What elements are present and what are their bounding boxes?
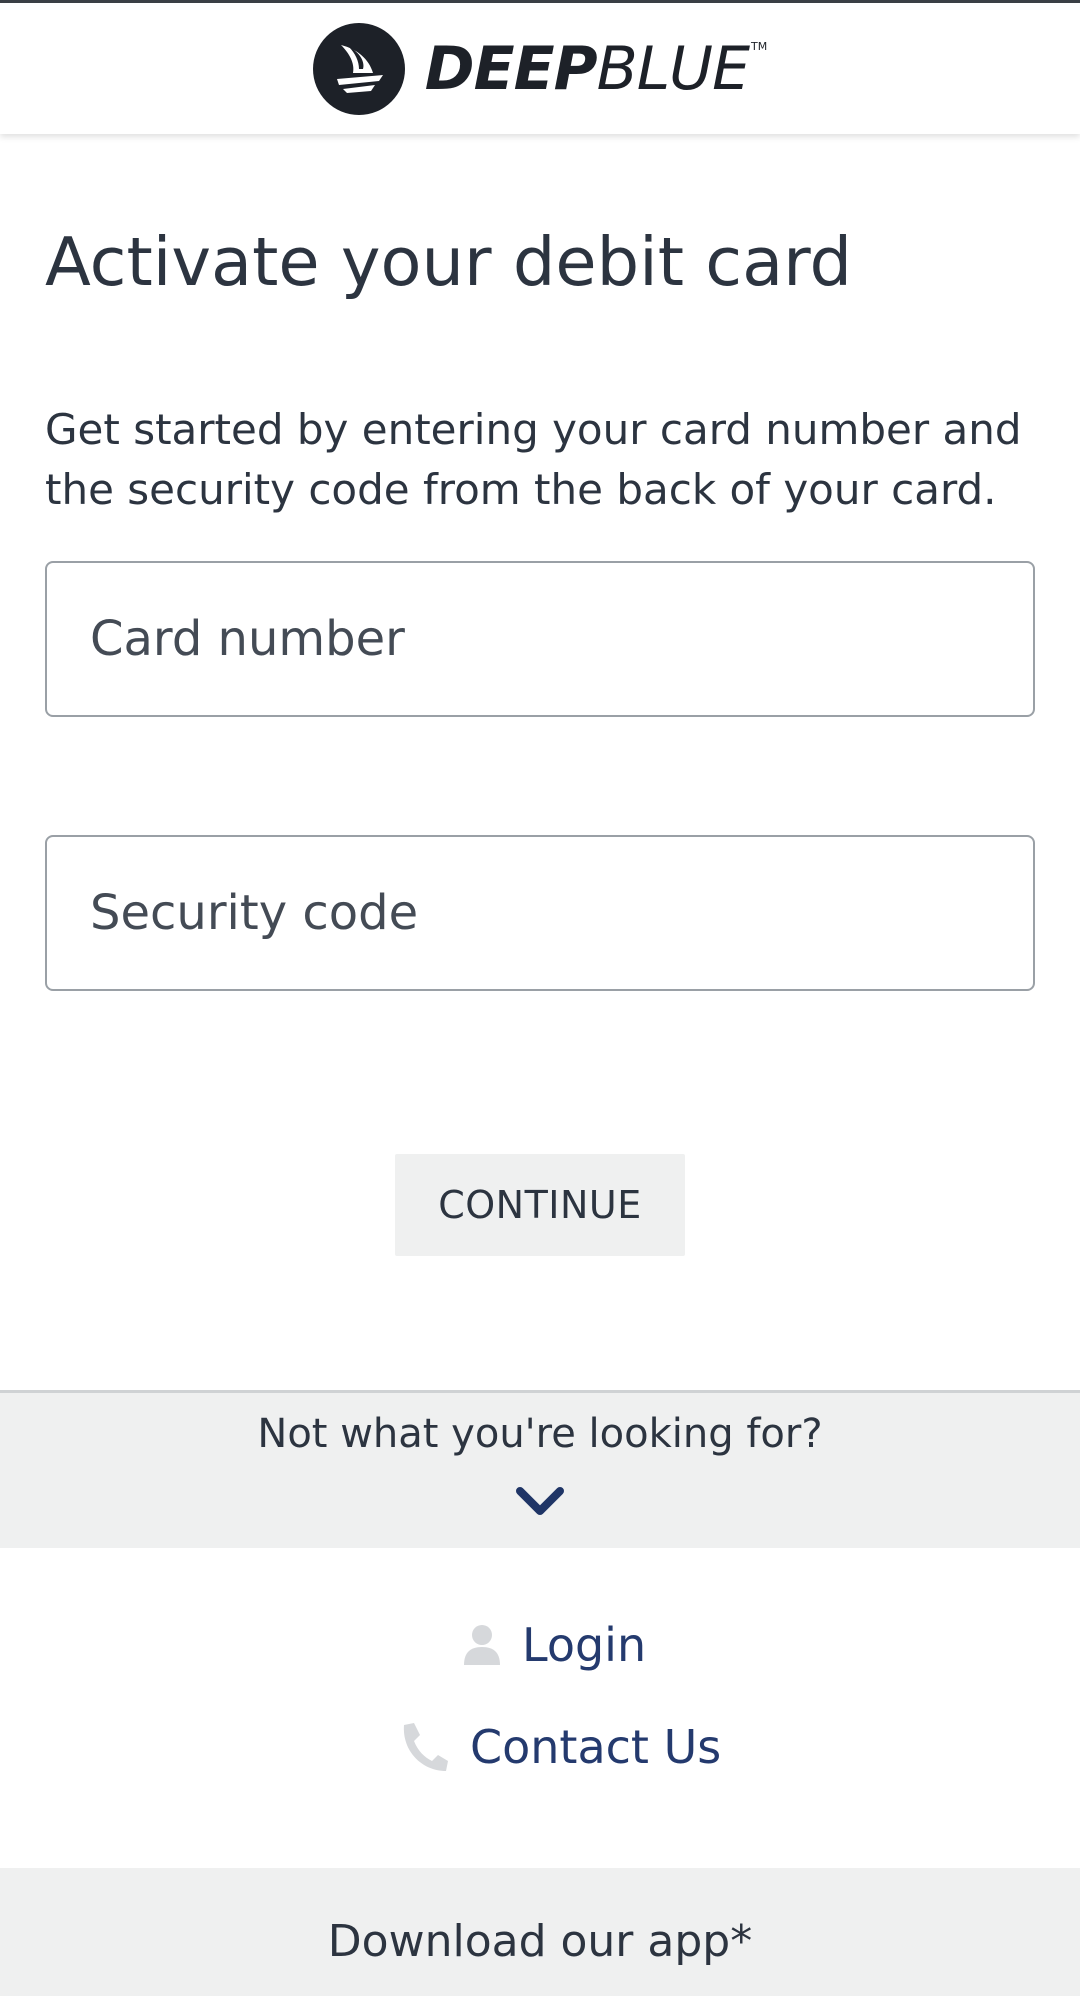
download-app-panel: Download our app*: [0, 1868, 1080, 1996]
contact-us-link[interactable]: Contact Us: [398, 1720, 721, 1774]
login-link[interactable]: Login: [462, 1618, 646, 1672]
download-app-link[interactable]: Download our app*: [0, 1916, 1080, 1967]
chevron-down-icon[interactable]: [512, 1481, 568, 1521]
trademark-mark: TM: [750, 39, 768, 53]
help-links: Login Contact Us: [0, 1548, 1080, 1868]
not-looking-for-panel[interactable]: Not what you're looking for?: [0, 1390, 1080, 1548]
brand-blue: BLUE: [596, 33, 750, 104]
user-icon: [464, 1625, 500, 1665]
continue-button[interactable]: CONTINUE: [395, 1154, 685, 1256]
phone-icon: [403, 1723, 448, 1771]
brand-deep: DEEP: [424, 33, 598, 104]
login-label[interactable]: Login: [522, 1618, 646, 1672]
security-code-input[interactable]: [45, 835, 1035, 991]
intro-text: Get started by entering your card number…: [45, 405, 1022, 514]
not-looking-for-text: Not what you're looking for?: [257, 1411, 823, 1457]
contact-us-label[interactable]: Contact Us: [470, 1720, 721, 1774]
deepblue-logo-icon: [312, 22, 405, 115]
site-header: DEEP BLUE TM: [0, 0, 1080, 134]
brand-logo[interactable]: DEEP BLUE TM: [312, 22, 767, 115]
brand-wordmark: DEEP BLUE TM: [425, 39, 767, 99]
card-number-input[interactable]: [45, 561, 1035, 717]
page-title: Activate your debit card: [45, 223, 853, 301]
